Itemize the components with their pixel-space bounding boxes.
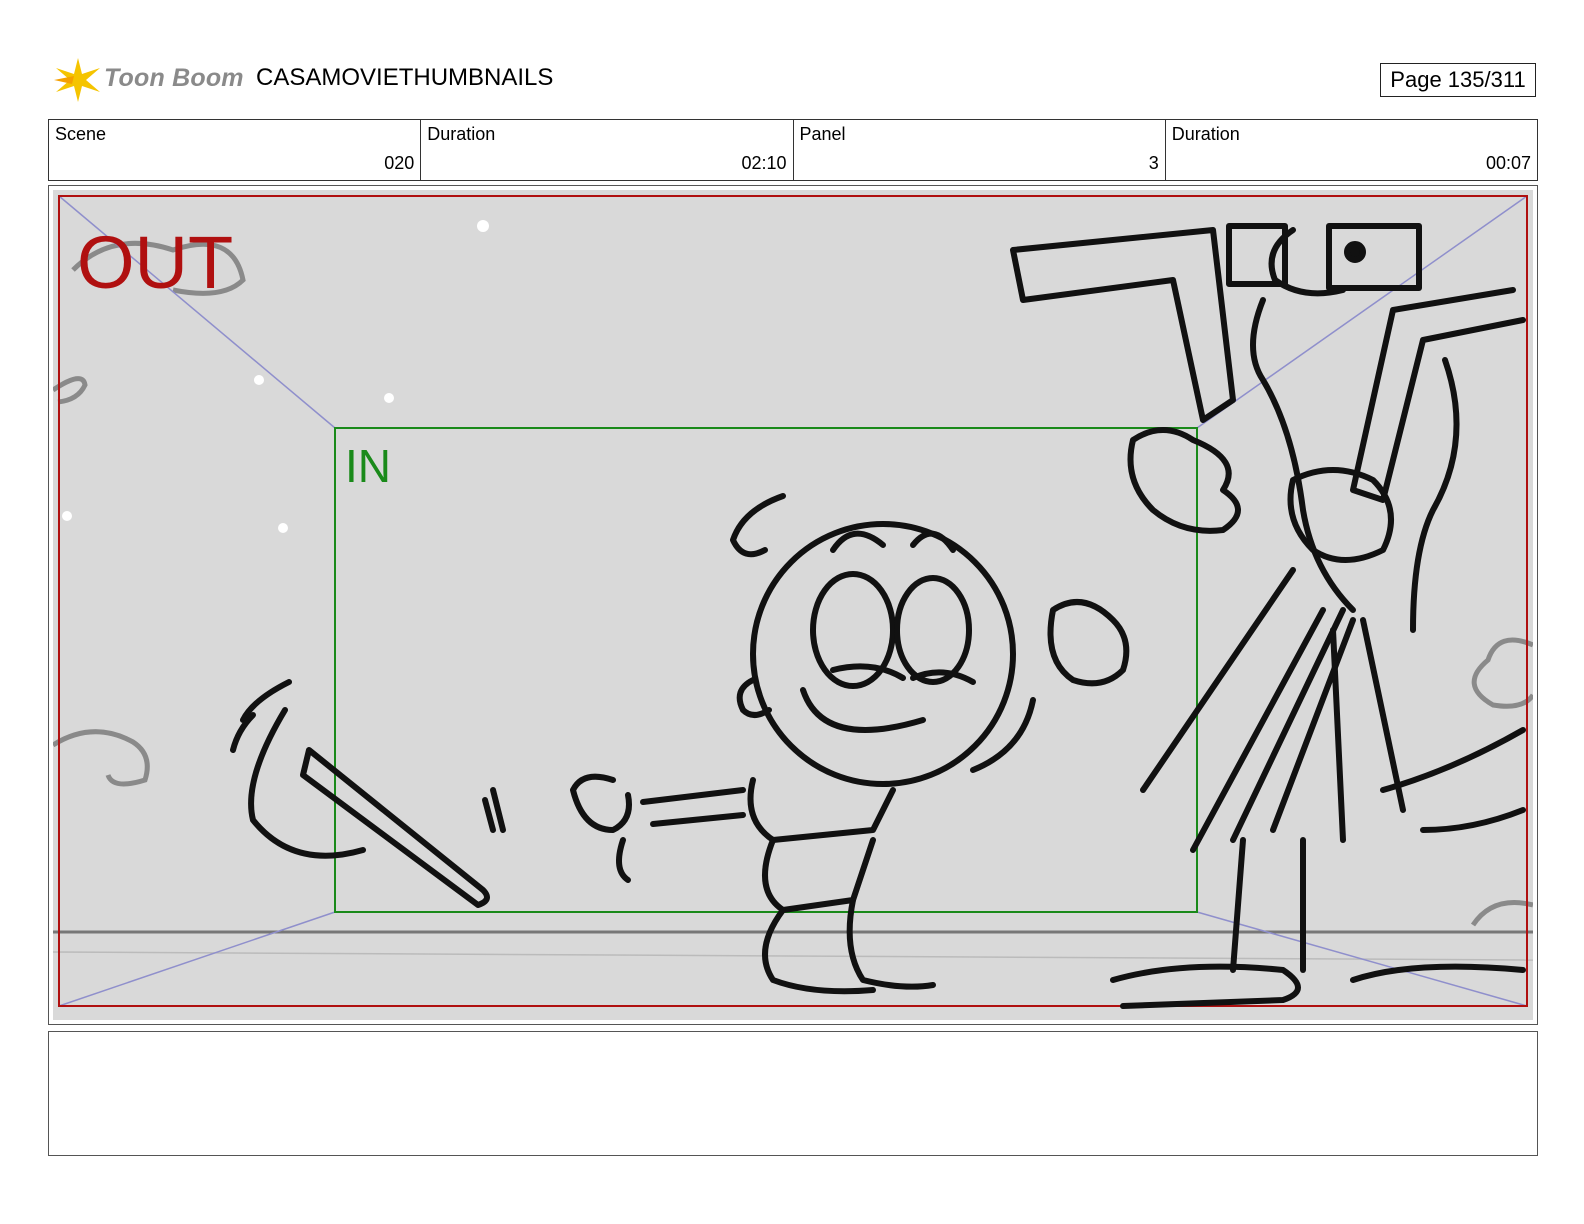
project-title: CASAMOVIETHUMBNAILS bbox=[256, 64, 554, 91]
page-number: Page 135/311 bbox=[1380, 63, 1536, 97]
scene-cell: Scene 020 bbox=[49, 120, 422, 180]
panel-notes-box bbox=[48, 1031, 1538, 1156]
scene-duration-label: Duration bbox=[427, 124, 496, 144]
panel-drawing: OUT IN bbox=[53, 190, 1533, 1020]
panel-cell: Panel 3 bbox=[794, 120, 1166, 180]
panel-duration-cell: Duration 00:07 bbox=[1166, 120, 1537, 180]
scene-value: 020 bbox=[384, 153, 415, 173]
scene-duration-cell: Duration 02:10 bbox=[421, 120, 794, 180]
scene-duration-value: 02:10 bbox=[741, 153, 787, 173]
logo-text: Toon Boom bbox=[104, 64, 244, 92]
panel-background bbox=[53, 190, 1533, 1020]
panel-label: Panel bbox=[799, 124, 846, 144]
panel-value: 3 bbox=[1148, 153, 1159, 173]
panel-duration-label: Duration bbox=[1171, 124, 1240, 144]
in-label: IN bbox=[345, 440, 391, 492]
out-label: OUT bbox=[77, 221, 233, 304]
storyboard-panel: OUT IN bbox=[48, 185, 1538, 1025]
scene-info-table: Scene 020 Duration 02:10 Panel 3 Duratio… bbox=[48, 119, 1538, 181]
scene-label: Scene bbox=[55, 124, 107, 144]
toon-boom-logo: Toon Boom bbox=[52, 54, 244, 106]
panel-duration-value: 00:07 bbox=[1485, 153, 1531, 173]
star-burst-icon bbox=[54, 58, 100, 102]
